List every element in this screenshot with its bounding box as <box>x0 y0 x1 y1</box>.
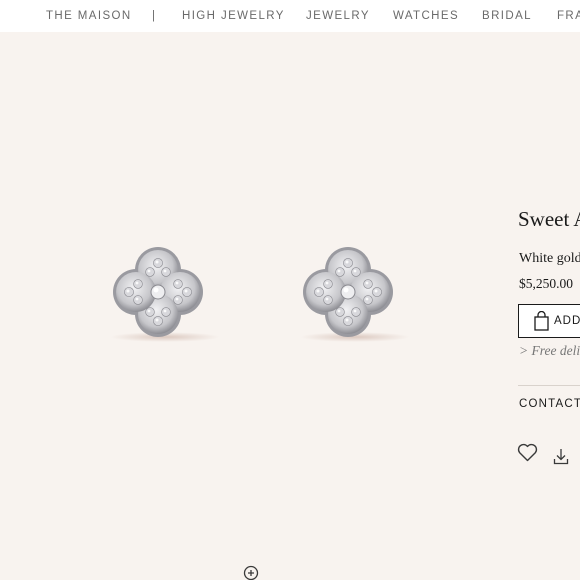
product-image-area <box>0 32 580 580</box>
zoom-in-icon[interactable] <box>243 565 261 580</box>
divider <box>518 385 580 386</box>
earring-left-image <box>113 247 203 337</box>
nav-item-fragrances[interactable]: FRA <box>557 10 580 22</box>
shopping-bag-icon <box>534 311 549 331</box>
nav-item-bridal[interactable]: BRIDAL <box>482 10 532 22</box>
nav-item-high-jewelry[interactable]: HIGH JEWELRY <box>182 10 285 22</box>
product-title: Sweet A <box>518 207 580 231</box>
add-button-label: ADD <box>554 315 580 327</box>
add-to-bag-button[interactable]: ADD <box>518 304 580 338</box>
earring-right-image <box>303 247 393 337</box>
heart-icon[interactable] <box>517 443 538 462</box>
product-material: White gold <box>519 251 580 266</box>
download-icon[interactable] <box>553 448 569 465</box>
contact-link[interactable]: CONTACT <box>519 398 580 410</box>
top-navigation: THE MAISON | HIGH JEWELRY JEWELRY WATCHE… <box>0 0 580 32</box>
nav-item-watches[interactable]: WATCHES <box>393 10 459 22</box>
free-delivery-link[interactable]: > Free deli <box>519 343 580 359</box>
nav-separator: | <box>152 10 157 22</box>
product-price: $5,250.00 <box>519 276 573 291</box>
nav-item-jewelry[interactable]: JEWELRY <box>306 10 370 22</box>
nav-item-the-maison[interactable]: THE MAISON <box>46 10 132 22</box>
